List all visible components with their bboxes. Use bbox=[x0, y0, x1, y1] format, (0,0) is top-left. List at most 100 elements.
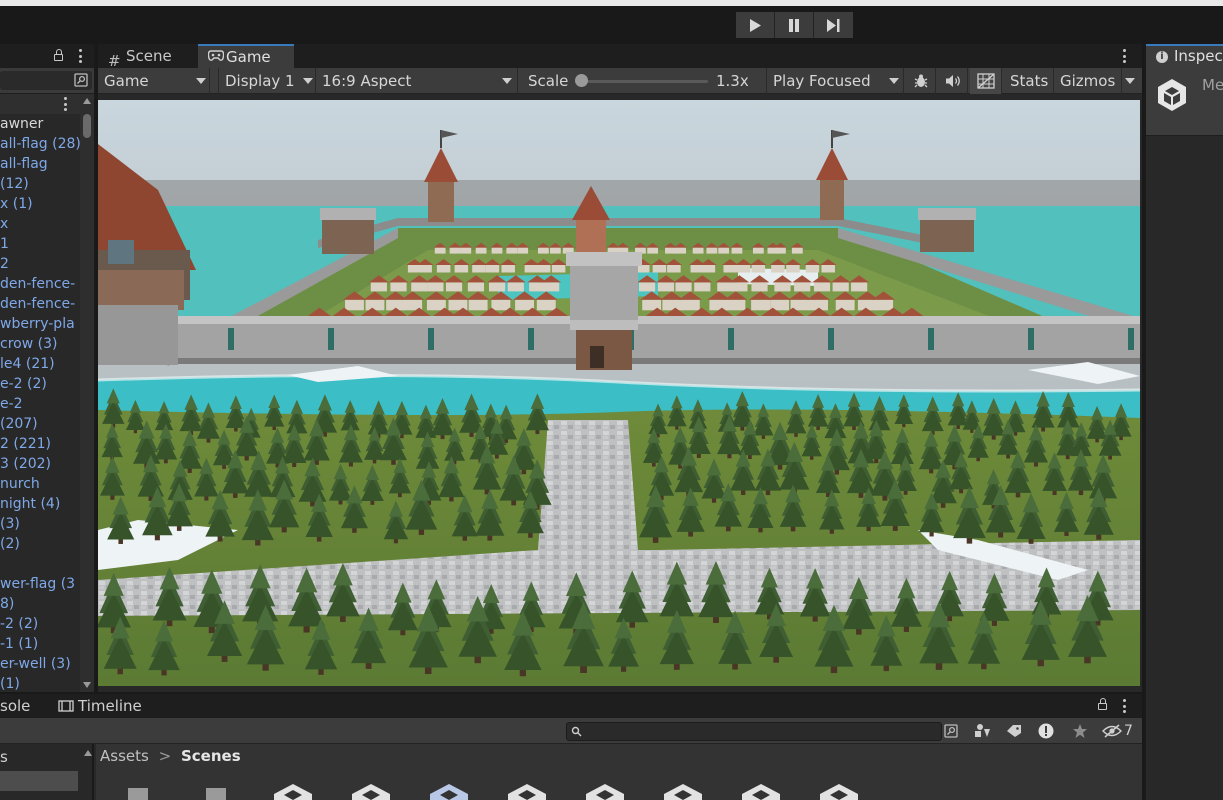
tab-timeline[interactable]: Timeline bbox=[58, 694, 142, 718]
hierarchy-item[interactable]: -2 (2) bbox=[0, 614, 82, 634]
hierarchy-item[interactable]: den-fence- bbox=[0, 274, 82, 294]
hierarchy-item[interactable]: nurch bbox=[0, 474, 82, 494]
hierarchy-item[interactable]: 2 (221) bbox=[0, 434, 82, 454]
scene-asset-tile[interactable] bbox=[584, 784, 626, 800]
more-menu-icon[interactable] bbox=[78, 49, 82, 63]
scene-asset-tile[interactable] bbox=[818, 784, 860, 800]
aspect-dropdown[interactable]: 16:9 Aspect bbox=[316, 68, 518, 94]
folder-tree-selected-item[interactable] bbox=[0, 771, 78, 791]
tab-inspector-label: Inspect bbox=[1174, 47, 1223, 65]
play-mode-label: Play Focused bbox=[773, 72, 871, 90]
filter-by-type-icon[interactable] bbox=[974, 723, 992, 739]
pause-icon bbox=[789, 18, 799, 32]
hierarchy-item[interactable]: all-flag bbox=[0, 154, 82, 174]
hidden-eye-icon[interactable] bbox=[1102, 724, 1122, 738]
hierarchy-item[interactable]: (12) bbox=[0, 174, 82, 194]
scene-asset-tile[interactable] bbox=[740, 784, 782, 800]
hierarchy-item[interactable]: (207) bbox=[0, 414, 82, 434]
hierarchy-item[interactable]: crow (3) bbox=[0, 334, 82, 354]
hierarchy-item[interactable]: x bbox=[0, 214, 82, 234]
play-mode-dropdown[interactable]: Play Focused bbox=[766, 68, 904, 94]
step-icon bbox=[827, 18, 840, 32]
hierarchy-item[interactable]: wberry-pla bbox=[0, 314, 82, 334]
scale-value: 1.3x bbox=[716, 72, 749, 90]
speaker-icon bbox=[946, 75, 960, 87]
tab-scene[interactable]: # Scene bbox=[98, 44, 196, 70]
hierarchy-item[interactable]: e-2 (2) bbox=[0, 374, 82, 394]
pause-button[interactable] bbox=[775, 12, 814, 38]
hierarchy-item[interactable]: den-fence- bbox=[0, 294, 82, 314]
scrollbar-thumb[interactable] bbox=[83, 114, 91, 138]
hierarchy-item[interactable]: all-flag (28) bbox=[0, 134, 82, 154]
hierarchy-item[interactable]: 8) bbox=[0, 594, 82, 614]
scene-asset-tile[interactable] bbox=[272, 784, 314, 800]
tab-game[interactable]: Game bbox=[198, 44, 294, 68]
scene-asset-tile[interactable] bbox=[350, 784, 392, 800]
label-tag-icon[interactable] bbox=[1006, 724, 1022, 738]
scene-asset-tile[interactable] bbox=[506, 784, 548, 800]
scene-asset-tile[interactable] bbox=[116, 784, 158, 800]
gamepad-icon bbox=[208, 50, 224, 61]
play-button[interactable] bbox=[736, 12, 775, 38]
project-search-input[interactable] bbox=[566, 722, 942, 741]
hierarchy-item[interactable] bbox=[0, 554, 82, 574]
more-menu-icon[interactable] bbox=[1122, 699, 1126, 713]
step-button[interactable] bbox=[814, 12, 853, 38]
scene-asset-tile[interactable] bbox=[428, 784, 470, 800]
gizmos-dropdown[interactable] bbox=[1122, 68, 1140, 94]
tab-game-label: Game bbox=[226, 48, 271, 66]
hierarchy-item[interactable]: er-well (3) bbox=[0, 654, 82, 674]
timeline-icon bbox=[58, 700, 74, 712]
hierarchy-item[interactable]: wer-flag (3 bbox=[0, 574, 82, 594]
hierarchy-item[interactable]: le4 (21) bbox=[0, 354, 82, 374]
hierarchy-item[interactable]: e-2 bbox=[0, 394, 82, 414]
breadcrumb-scenes[interactable]: Scenes bbox=[181, 747, 241, 765]
lock-icon[interactable] bbox=[1098, 698, 1107, 710]
tab-scene-label: Scene bbox=[126, 47, 172, 65]
hierarchy-item[interactable]: (2) bbox=[0, 534, 82, 554]
scroll-up-icon[interactable] bbox=[84, 750, 92, 756]
inspector-object-name: Me bbox=[1202, 76, 1223, 94]
warning-icon[interactable] bbox=[1038, 723, 1054, 739]
folder-tree-item[interactable]: s bbox=[0, 748, 8, 766]
display-dropdown[interactable]: Display 1 bbox=[218, 68, 316, 94]
tab-console[interactable]: sole bbox=[0, 694, 30, 718]
hierarchy-item[interactable]: 3 (202) bbox=[0, 454, 82, 474]
favorite-star-icon[interactable] bbox=[1072, 723, 1088, 739]
view-dropdown[interactable]: Game bbox=[98, 68, 210, 94]
scene-menu-icon[interactable] bbox=[63, 97, 67, 111]
hierarchy-item[interactable]: night (4) bbox=[0, 494, 82, 514]
scene-asset-tile[interactable] bbox=[662, 784, 704, 800]
hierarchy-item[interactable]: 1 bbox=[0, 234, 82, 254]
game-viewport[interactable] bbox=[98, 100, 1140, 686]
scale-slider-handle[interactable] bbox=[575, 74, 588, 87]
hierarchy-item[interactable]: x (1) bbox=[0, 194, 82, 214]
view-tabbar: # Scene Game bbox=[98, 44, 1142, 70]
hierarchy-item[interactable]: (1) bbox=[0, 674, 82, 692]
stats-button[interactable]: Stats bbox=[1004, 68, 1054, 94]
search-by-type-icon[interactable] bbox=[74, 73, 88, 87]
hierarchy-scrollbar[interactable] bbox=[80, 94, 94, 692]
play-icon bbox=[750, 18, 761, 32]
gizmo-toggle-button[interactable] bbox=[970, 68, 1002, 94]
search-by-type-icon[interactable] bbox=[944, 724, 958, 738]
breadcrumb-assets[interactable]: Assets bbox=[100, 747, 149, 765]
wall-banner bbox=[528, 328, 534, 350]
bottom-tabbar: sole Timeline bbox=[0, 694, 1142, 718]
hierarchy-item[interactable]: (3) bbox=[0, 514, 82, 534]
scroll-down-icon[interactable] bbox=[83, 682, 91, 688]
view-menu-icon[interactable] bbox=[1122, 49, 1126, 63]
lock-icon[interactable] bbox=[54, 49, 63, 61]
wall-banner bbox=[928, 328, 934, 350]
mute-audio-button[interactable] bbox=[938, 68, 968, 94]
scene-asset-tile[interactable] bbox=[194, 784, 236, 800]
tab-inspector[interactable]: i Inspect bbox=[1146, 44, 1223, 68]
hierarchy-item[interactable]: awner bbox=[0, 114, 82, 134]
scale-slider-track[interactable] bbox=[580, 80, 708, 83]
hierarchy-item[interactable]: 2 bbox=[0, 254, 82, 274]
hierarchy-item[interactable]: -1 (1) bbox=[0, 634, 82, 654]
debug-button[interactable] bbox=[906, 68, 936, 94]
gizmos-button[interactable]: Gizmos bbox=[1054, 68, 1122, 94]
stats-label: Stats bbox=[1010, 72, 1049, 90]
scroll-up-icon[interactable] bbox=[83, 98, 91, 104]
